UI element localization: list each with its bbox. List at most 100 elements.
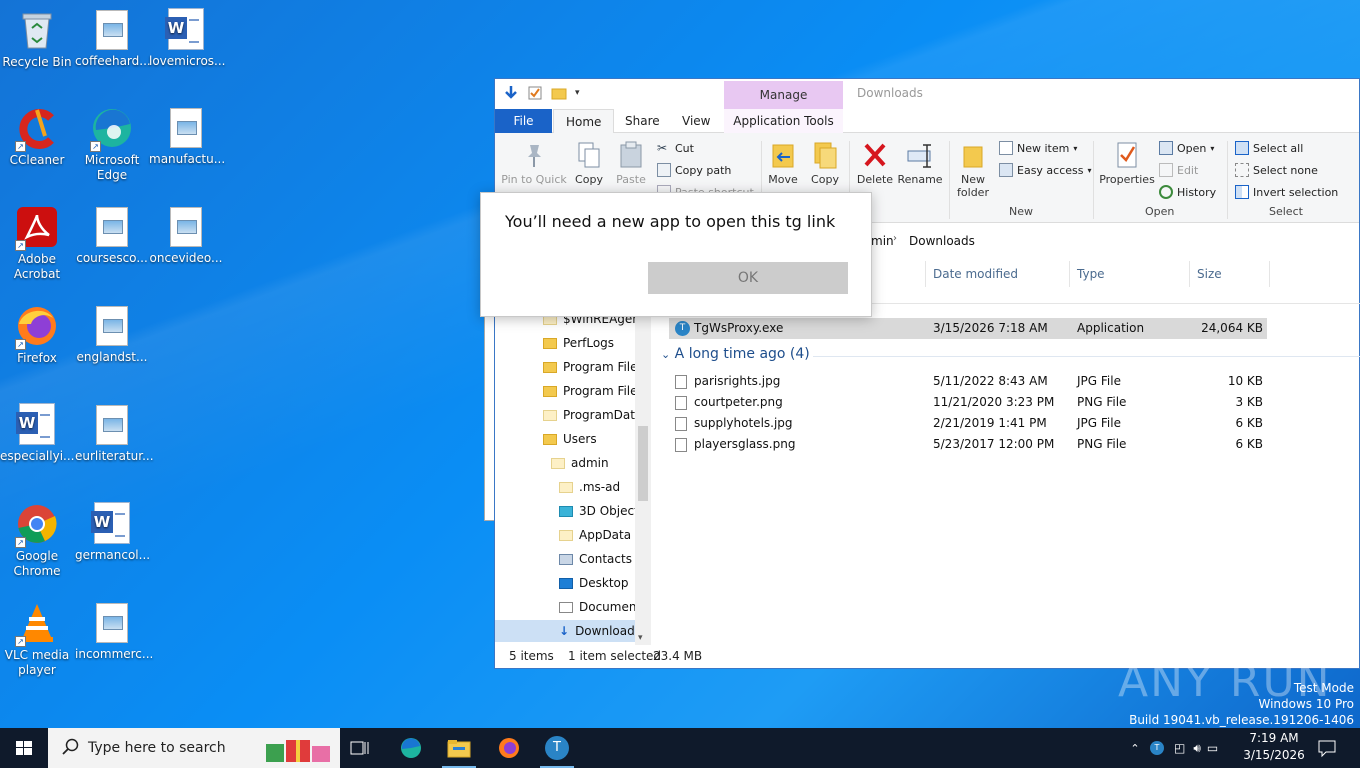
desktop-icon-chrome[interactable]: ↗ Google Chrome	[0, 502, 74, 579]
network-icon[interactable]: ▭	[1207, 741, 1218, 755]
easy-access-button[interactable]: Easy access ▾	[999, 163, 1092, 177]
meet-now-icon[interactable]: ◰	[1174, 741, 1185, 755]
select-all-button[interactable]: Select all	[1235, 141, 1303, 155]
delete-label: Delete	[856, 173, 894, 186]
desktop-icon-especiallyi[interactable]: especiallyi...	[0, 403, 74, 464]
start-button[interactable]	[0, 728, 48, 768]
desktop-icon-eurliteratur[interactable]: eurliteratur...	[75, 403, 154, 464]
paste-button[interactable]: Paste	[611, 141, 651, 186]
desktop-icon-lovemicros[interactable]: lovemicros...	[149, 8, 226, 69]
cut-button[interactable]: ✂ Cut	[657, 141, 694, 155]
taskbar-edge-button[interactable]	[388, 728, 434, 768]
desktop-icon-manufactu[interactable]: manufactu...	[149, 106, 225, 167]
file-row[interactable]: parisrights.jpg 5/11/2022 8:43 AM JPG Fi…	[669, 371, 1267, 392]
delete-button[interactable]: Delete	[855, 141, 895, 186]
column-header-size[interactable]: Size	[1197, 263, 1222, 285]
title-bar: ▾ Manage Downloads	[495, 79, 1359, 109]
history-button[interactable]: History	[1159, 185, 1216, 199]
invert-selection-button[interactable]: Invert selection	[1235, 185, 1338, 199]
select-none-button[interactable]: Select none	[1235, 163, 1318, 177]
taskbar-search-box[interactable]: Type here to search	[48, 728, 340, 768]
desktop-icon-incommerc[interactable]: incommerc...	[75, 601, 153, 662]
desktop-icon-oncevideo[interactable]: oncevideo...	[149, 205, 223, 266]
nav-item-program-files-x86[interactable]: Program Files	[543, 380, 644, 402]
tab-file[interactable]: File	[495, 109, 552, 133]
nav-item-program-files[interactable]: Program Files	[543, 356, 644, 378]
desktop-icon-recycle-bin[interactable]: Recycle Bin	[0, 8, 74, 70]
action-center-button[interactable]	[1316, 728, 1338, 768]
nav-item-appdata[interactable]: AppData	[559, 524, 631, 546]
nav-item-label: Desktop	[579, 576, 629, 590]
quick-access-toolbar: ▾	[503, 85, 585, 101]
file-row[interactable]: playersglass.png 5/23/2017 12:00 PM PNG …	[669, 434, 1267, 455]
scrollbar-thumb[interactable]	[638, 426, 648, 501]
new-folder-icon[interactable]	[551, 85, 567, 101]
nav-item-contacts[interactable]: Contacts	[559, 548, 632, 570]
nav-item-3d-objects[interactable]: 3D Objects	[559, 500, 645, 522]
nav-item-admin[interactable]: admin	[551, 452, 609, 474]
volume-icon[interactable]: 🔊︎	[1193, 741, 1201, 756]
copy-button[interactable]: Copy	[569, 141, 609, 186]
group-header-long-time-ago[interactable]: ⌄ A long time ago (4)	[661, 346, 810, 362]
desktop-icon-germancol[interactable]: germancol...	[75, 502, 150, 563]
nav-item-ms-ad[interactable]: .ms-ad	[559, 476, 620, 498]
taskbar-firefox-button[interactable]	[486, 728, 532, 768]
taskbar-file-explorer-button[interactable]	[436, 728, 482, 768]
properties-check-icon[interactable]	[527, 85, 543, 101]
taskbar-clock[interactable]: 7:19 AM 3/15/2026	[1236, 730, 1312, 764]
task-view-button[interactable]	[337, 728, 383, 768]
desktop-icon-vlc[interactable]: ↗ VLC media player	[0, 601, 74, 678]
properties-button[interactable]: Properties	[1097, 141, 1157, 186]
telegram-tray-icon[interactable]: T	[1150, 741, 1164, 755]
open-button[interactable]: Open ▾	[1159, 141, 1214, 155]
ccleaner-icon: ↗	[15, 106, 59, 152]
edit-button[interactable]: Edit	[1159, 163, 1198, 177]
file-row[interactable]: courtpeter.png 11/21/2020 3:23 PM PNG Fi…	[669, 392, 1267, 413]
download-arrow-icon[interactable]	[503, 85, 519, 101]
breadcrumb-chevron-icon: ›	[893, 233, 897, 244]
chevron-up-icon[interactable]: ⌃	[1126, 742, 1144, 755]
taskbar-telegram-button[interactable]: T	[534, 728, 580, 768]
copy-to-button[interactable]: Copy	[805, 141, 845, 186]
watermark-build: Build 19041.vb_release.191206-1406	[1129, 713, 1354, 727]
column-header-type[interactable]: Type	[1077, 263, 1105, 285]
nav-item-users[interactable]: Users	[543, 428, 597, 450]
new-item-button[interactable]: New item ▾	[999, 141, 1077, 155]
clock-date: 3/15/2026	[1243, 748, 1305, 762]
rename-button[interactable]: Rename	[897, 141, 943, 186]
file-row[interactable]: supplyhotels.jpg 2/21/2019 1:41 PM JPG F…	[669, 413, 1267, 434]
breadcrumb-downloads[interactable]: Downloads	[909, 234, 975, 248]
file-type: Application	[1077, 321, 1145, 335]
open-label: Open	[1177, 141, 1207, 155]
navigation-scrollbar[interactable]: ▾	[635, 311, 651, 645]
desktop-icon-firefox[interactable]: ↗ Firefox	[0, 304, 74, 366]
nav-item-perflogs[interactable]: PerfLogs	[543, 332, 614, 354]
tab-home[interactable]: Home	[553, 109, 615, 134]
column-header-date[interactable]: Date modified	[933, 263, 1018, 285]
desktop-icon-englandst[interactable]: englandst...	[75, 304, 149, 365]
ok-button[interactable]: OK	[648, 262, 848, 294]
nav-item-downloads[interactable]: ↓ Downloads	[495, 620, 641, 642]
file-row-selected[interactable]: T TgWsProxy.exe 3/15/2026 7:18 AM Applic…	[669, 318, 1267, 339]
new-folder-button[interactable]: New folder	[953, 141, 993, 199]
tab-manage[interactable]: Manage	[724, 81, 843, 109]
tab-share[interactable]: Share	[613, 109, 672, 133]
move-to-button[interactable]: Move	[763, 141, 803, 186]
desktop-icon-acrobat[interactable]: ↗ Adobe Acrobat	[0, 205, 74, 282]
nav-item-programdata[interactable]: ProgramData	[543, 404, 642, 426]
desktop-icon-edge[interactable]: ↗ Microsoft Edge	[75, 106, 149, 183]
tab-application-tools[interactable]: Application Tools	[724, 109, 843, 133]
customize-toolbar-icon[interactable]: ▾	[575, 85, 585, 101]
scroll-down-arrow-icon[interactable]: ▾	[638, 633, 643, 643]
desktop-icon-coffeehard[interactable]: coffeehard...	[75, 8, 151, 69]
nav-item-label: Program Files	[563, 360, 644, 374]
file-date: 5/11/2022 8:43 AM	[933, 374, 1048, 388]
tab-view[interactable]: View	[670, 109, 722, 133]
pin-icon	[521, 141, 547, 169]
nav-item-desktop[interactable]: Desktop	[559, 572, 629, 594]
breadcrumb-user[interactable]: min	[871, 234, 894, 248]
desktop-icon-ccleaner[interactable]: ↗ CCleaner	[0, 106, 74, 168]
pin-to-quick-access-button[interactable]: Pin to Quick	[501, 141, 567, 186]
desktop-icon-coursesco[interactable]: coursesco...	[75, 205, 149, 266]
copy-path-button[interactable]: Copy path	[657, 163, 731, 177]
